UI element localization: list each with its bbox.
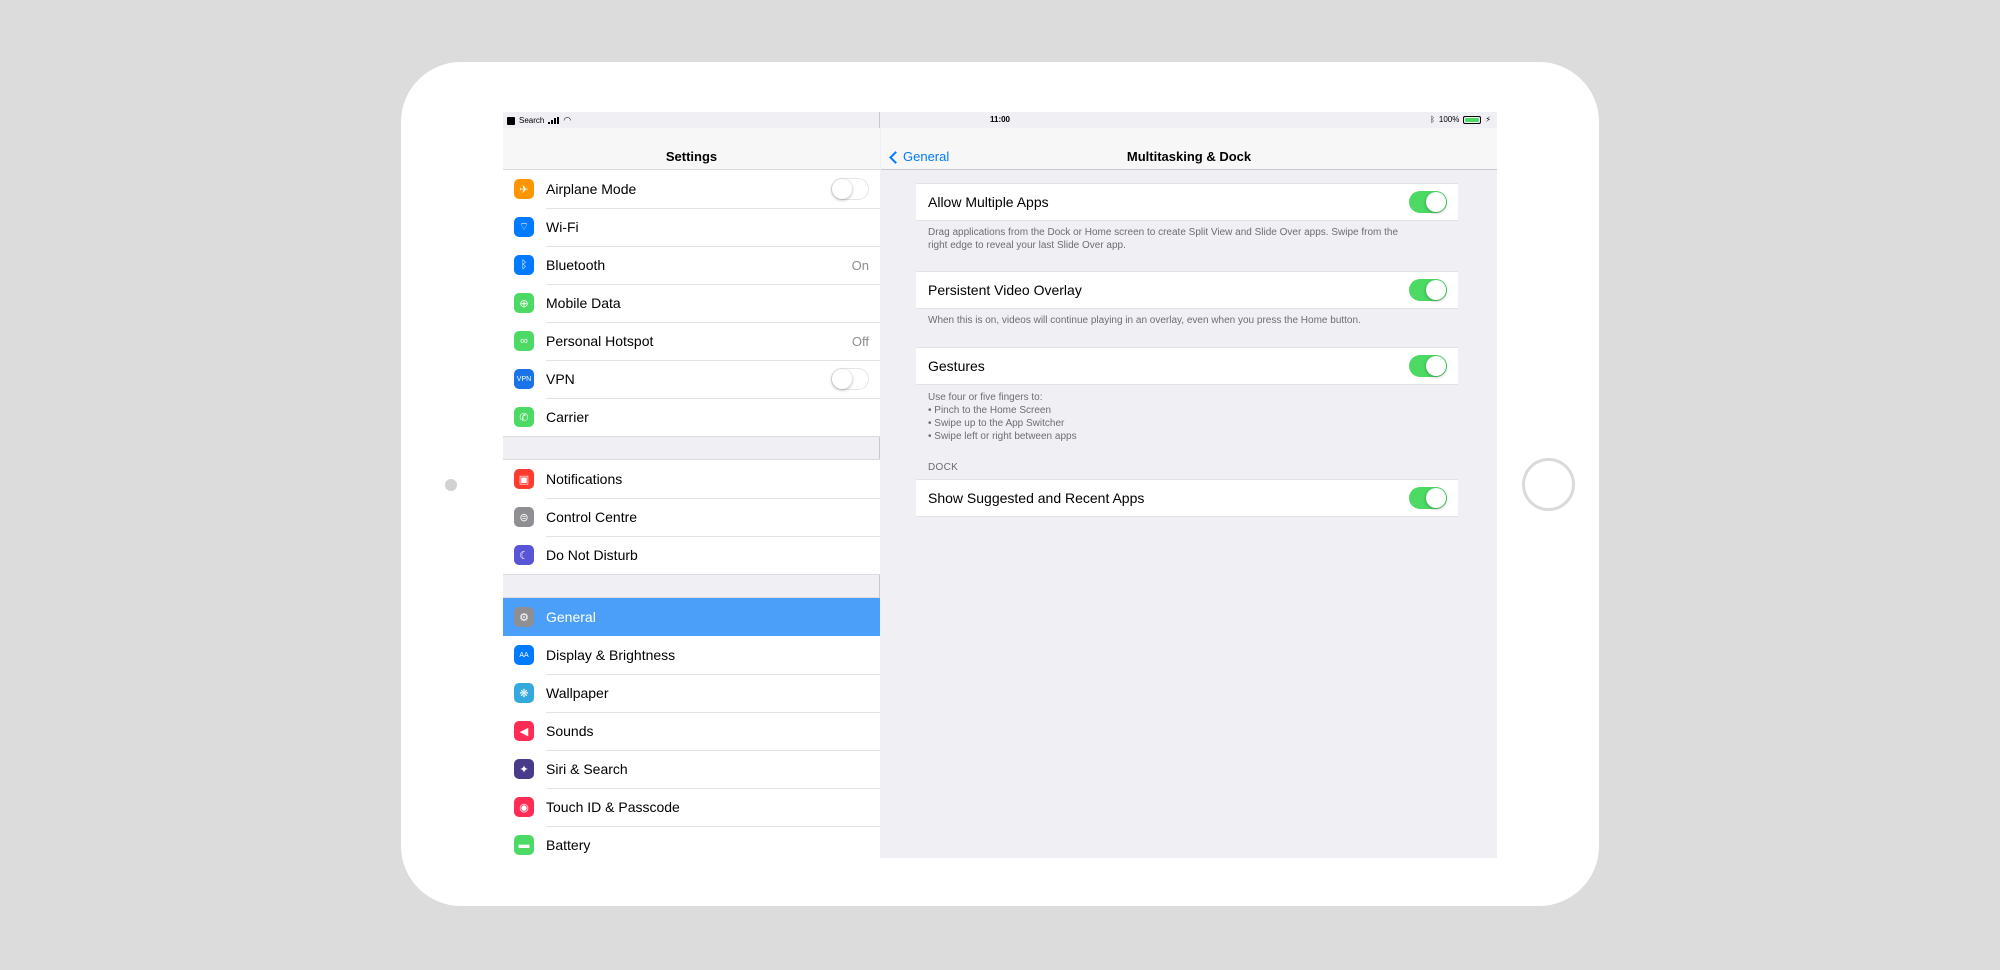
sidebar-item-wallpaper[interactable]: ❋ Wallpaper xyxy=(503,674,880,712)
sidebar-item-label: Airplane Mode xyxy=(546,181,637,197)
sidebar-item-touch-id-and-passcode[interactable]: ◉ Touch ID & Passcode xyxy=(503,788,880,826)
control-centre-icon: ⊜ xyxy=(514,507,534,527)
allow-multiple-apps-label: Allow Multiple Apps xyxy=(928,194,1049,210)
sidebar-item-label: Bluetooth xyxy=(546,257,606,273)
battery-icon xyxy=(1463,115,1482,124)
sidebar-item-label: Carrier xyxy=(546,409,589,425)
gear-icon: ⚙ xyxy=(514,607,534,627)
footnote-line: Drag applications from the Dock or Home … xyxy=(928,227,1399,238)
sidebar-item-mobile-data[interactable]: ⊕ Mobile Data xyxy=(503,284,880,322)
footnote-line: • Pinch to the Home Screen xyxy=(928,405,1052,416)
multitasking-detail-pane: General Multitasking & Dock Allow Multip… xyxy=(881,112,1497,858)
airplane-icon: ✈ xyxy=(514,179,534,199)
sidebar-nav-bar: Settings xyxy=(503,128,880,170)
sidebar-item-label: Sounds xyxy=(546,723,594,739)
sidebar-item-label: Wallpaper xyxy=(546,685,609,701)
sidebar-item-airplane-mode[interactable]: ✈ Airplane Mode xyxy=(503,170,880,208)
gestures-row: Gestures xyxy=(916,347,1458,385)
battery-percent: 100% xyxy=(1438,115,1460,124)
sidebar-item-value: Off xyxy=(851,333,869,349)
sidebar-item-label: Wi-Fi xyxy=(546,219,579,235)
speaker-icon: ◀ xyxy=(514,721,534,741)
dock-section-header: DOCK xyxy=(928,462,959,473)
sidebar-item-personal-hotspot[interactable]: ∞ Personal Hotspot Off xyxy=(503,322,880,360)
footnote-line: • Swipe left or right between apps xyxy=(928,431,1077,442)
sidebar-item-general[interactable]: ⚙ General xyxy=(503,598,880,636)
footnote-line: Use four or five fingers to: xyxy=(928,392,1043,403)
settings-group-connectivity: ✈ Airplane Mode ⌔ Wi-Fi ᛒ Bluetooth On ⊕ Mobile … xyxy=(503,169,880,437)
status-right: ᛒ 100% ⚡ xyxy=(1430,115,1491,124)
sidebar-item-display-and-brightness[interactable]: AA Display & Brightness xyxy=(503,636,880,674)
sidebar-item-label: General xyxy=(546,609,596,625)
suggested-recent-apps-toggle[interactable] xyxy=(1409,487,1447,509)
sidebar-item-label: Personal Hotspot xyxy=(546,333,654,349)
sidebar-item-vpn[interactable]: VPN VPN xyxy=(503,360,880,398)
suggested-recent-apps-label: Show Suggested and Recent Apps xyxy=(928,490,1145,506)
sidebar-item-label: Control Centre xyxy=(546,509,638,525)
persistent-video-overlay-toggle[interactable] xyxy=(1409,279,1447,301)
gestures-toggle[interactable] xyxy=(1409,355,1447,377)
charging-icon: ⚡ xyxy=(1485,115,1491,124)
gestures-footnote: Use four or five fingers to: • Pinch to … xyxy=(928,391,1448,443)
sidebar-item-carrier[interactable]: ✆ Carrier xyxy=(503,398,880,436)
sidebar-item-wi-fi[interactable]: ⌔ Wi-Fi xyxy=(503,208,880,246)
camera-dot xyxy=(445,479,457,491)
footnote-line: right edge to reveal your last Slide Ove… xyxy=(928,240,1126,251)
allow-multiple-apps-row: Allow Multiple Apps xyxy=(916,183,1458,221)
sidebar-item-do-not-disturb[interactable]: ☾ Do Not Disturb xyxy=(503,536,880,574)
persistent-video-overlay-row: Persistent Video Overlay xyxy=(916,271,1458,309)
wifi-icon: ⌔ xyxy=(514,217,534,237)
hotspot-icon: ∞ xyxy=(514,331,534,351)
allow-multiple-apps-toggle[interactable] xyxy=(1409,191,1447,213)
vpn-icon: VPN xyxy=(514,369,534,389)
sidebar-item-label: Mobile Data xyxy=(546,295,621,311)
footnote-line: • Swipe up to the App Switcher xyxy=(928,418,1065,429)
battery-icon: ▬ xyxy=(514,835,534,855)
settings-group-notifications: ▣ Notifications ⊜ Control Centre ☾ Do Not Dis… xyxy=(503,459,880,575)
bluetooth-status-icon: ᛒ xyxy=(1430,115,1435,124)
settings-sidebar: Settings ✈ Airplane Mode ⌔ Wi-Fi ᛒ Bluetooth O… xyxy=(503,112,880,858)
vpn-toggle[interactable] xyxy=(831,368,869,390)
sidebar-item-bluetooth[interactable]: ᛒ Bluetooth On xyxy=(503,246,880,284)
wallpaper-icon: ❋ xyxy=(514,683,534,703)
persistent-video-overlay-label: Persistent Video Overlay xyxy=(928,282,1082,298)
sidebar-item-label: Do Not Disturb xyxy=(546,547,638,563)
sidebar-item-siri-and-search[interactable]: ✦ Siri & Search xyxy=(503,750,880,788)
sidebar-item-notifications[interactable]: ▣ Notifications xyxy=(503,460,880,498)
persistent-video-footnote: When this is on, videos will continue pl… xyxy=(928,315,1361,326)
siri-icon: ✦ xyxy=(514,759,534,779)
sidebar-item-label: VPN xyxy=(546,371,575,387)
sidebar-item-battery[interactable]: ▬ Battery xyxy=(503,826,880,858)
sidebar-item-control-centre[interactable]: ⊜ Control Centre xyxy=(503,498,880,536)
display-icon: AA xyxy=(514,645,534,665)
detail-nav-bar: General Multitasking & Dock xyxy=(881,128,1497,170)
ipad-screen: Settings ✈ Airplane Mode ⌔ Wi-Fi ᛒ Bluetooth O… xyxy=(503,112,1497,858)
notifications-icon: ▣ xyxy=(514,469,534,489)
antenna-icon: ⊕ xyxy=(514,293,534,313)
home-button[interactable] xyxy=(1522,458,1575,511)
sidebar-item-sounds[interactable]: ◀ Sounds xyxy=(503,712,880,750)
sidebar-item-label: Display & Brightness xyxy=(546,647,676,663)
bluetooth-icon: ᛒ xyxy=(514,255,534,275)
status-time: 11:00 xyxy=(989,115,1011,124)
fingerprint-icon: ◉ xyxy=(514,797,534,817)
sidebar-item-value: On xyxy=(851,257,869,273)
status-bar: Search ◠ 11:00 ᛒ 100% ⚡ xyxy=(503,112,1497,128)
sidebar-title: Settings xyxy=(665,149,718,164)
sidebar-item-label: Notifications xyxy=(546,471,623,487)
sidebar-item-label: Siri & Search xyxy=(546,761,628,777)
gestures-label: Gestures xyxy=(928,358,985,374)
suggested-recent-apps-row: Show Suggested and Recent Apps xyxy=(916,479,1458,517)
moon-icon: ☾ xyxy=(514,545,534,565)
settings-group-general: ⚙ General AA Display & Brightness ❋ Wallpaper… xyxy=(503,597,880,858)
allow-multiple-apps-footnote: Drag applications from the Dock or Home … xyxy=(928,226,1448,252)
sidebar-item-label: Touch ID & Passcode xyxy=(546,799,680,815)
airplane-mode-toggle[interactable] xyxy=(831,178,869,200)
detail-title: Multitasking & Dock xyxy=(1126,149,1252,164)
sidebar-item-label: Battery xyxy=(546,837,591,853)
phone-icon: ✆ xyxy=(514,407,534,427)
